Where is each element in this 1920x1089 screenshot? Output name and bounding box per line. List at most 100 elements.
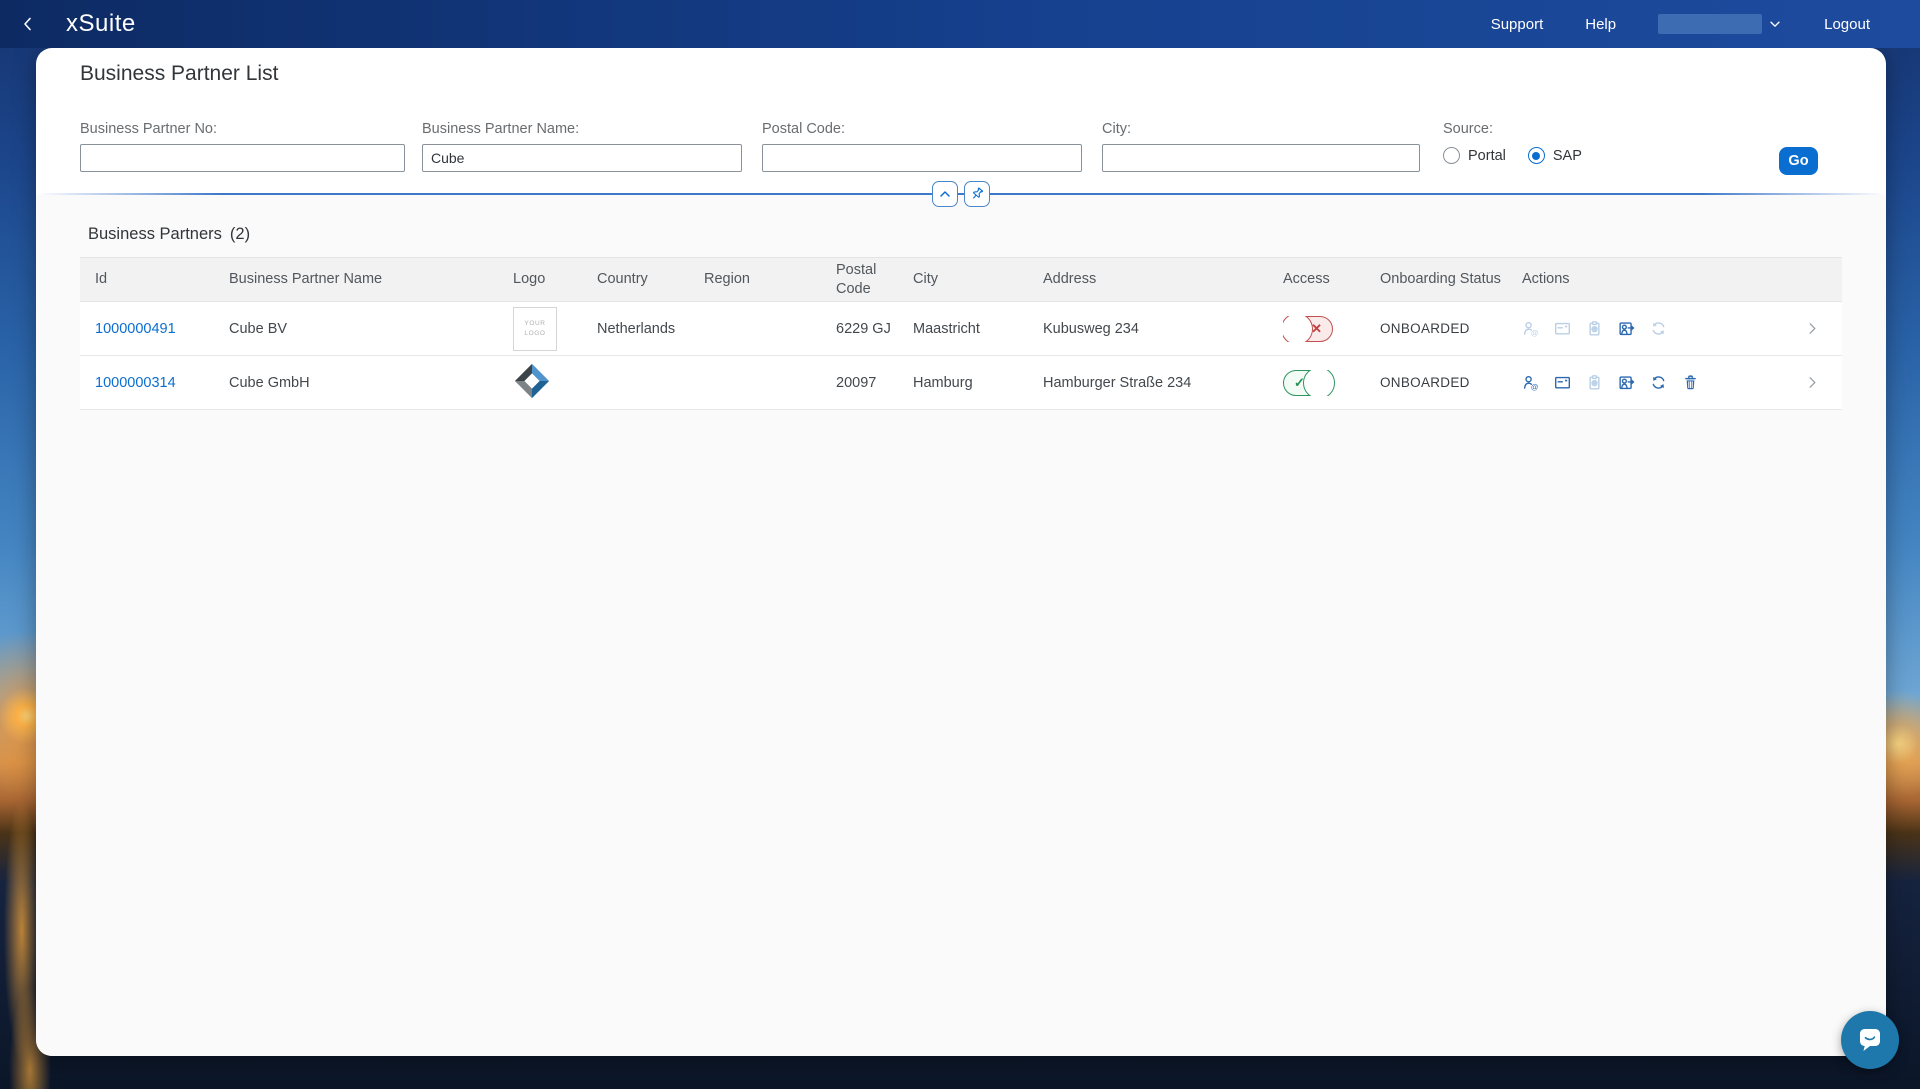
logo-placeholder-line2: LOGO bbox=[524, 329, 545, 339]
table-header-row: Id Business Partner Name Logo Country Re… bbox=[80, 257, 1842, 302]
col-access: Access bbox=[1283, 270, 1380, 288]
bp-no-label: Business Partner No: bbox=[80, 121, 405, 137]
delete-icon[interactable] bbox=[1682, 374, 1699, 391]
logo-placeholder-line1: YOUR bbox=[524, 319, 545, 329]
bp-id-link[interactable]: 1000000491 bbox=[95, 321, 176, 337]
filter-city: City: bbox=[1102, 121, 1420, 172]
city-label: City: bbox=[1102, 121, 1420, 137]
sync-icon[interactable] bbox=[1650, 320, 1667, 337]
col-country: Country bbox=[597, 270, 704, 288]
card-icon[interactable] bbox=[1554, 374, 1571, 391]
table-row[interactable]: 1000000314 Cube GmbH 20097 Hamburg Hambu… bbox=[80, 356, 1842, 410]
bp-city: Hamburg bbox=[913, 375, 1043, 391]
pin-header-button[interactable] bbox=[964, 181, 990, 207]
user-email-icon[interactable]: @ bbox=[1522, 320, 1539, 337]
access-toggle-on[interactable]: ✓ bbox=[1283, 370, 1333, 396]
access-toggle-off[interactable]: ✕ bbox=[1283, 316, 1333, 342]
bp-postal: 20097 bbox=[836, 375, 913, 391]
table-section: Business Partners (2) Id Business Partne… bbox=[36, 195, 1886, 1056]
radio-portal-label: Portal bbox=[1468, 148, 1506, 164]
bp-name: Cube BV bbox=[229, 321, 513, 337]
col-postal: Postal Code bbox=[836, 261, 913, 297]
sync-icon[interactable] bbox=[1650, 374, 1667, 391]
pin-icon bbox=[969, 186, 985, 202]
table-title: Business Partners bbox=[88, 225, 222, 244]
go-button[interactable]: Go bbox=[1779, 147, 1818, 175]
logo-placeholder: YOUR LOGO bbox=[513, 307, 557, 351]
city-input[interactable] bbox=[1102, 144, 1420, 172]
filter-bp-name: Business Partner Name: bbox=[422, 121, 742, 172]
filter-postal-code: Postal Code: bbox=[762, 121, 1082, 172]
row-navigate-chevron[interactable] bbox=[1805, 321, 1842, 336]
collapse-header-button[interactable] bbox=[932, 181, 958, 207]
chat-bubble-icon bbox=[1855, 1025, 1885, 1055]
bp-city: Maastricht bbox=[913, 321, 1043, 337]
clipboard-target-icon[interactable] bbox=[1586, 374, 1603, 391]
user-transfer-icon[interactable] bbox=[1618, 374, 1635, 391]
postal-code-label: Postal Code: bbox=[762, 121, 1082, 137]
onboarding-status: ONBOARDED bbox=[1380, 321, 1522, 336]
radio-sap-label: SAP bbox=[1553, 148, 1582, 164]
radio-sap-dot bbox=[1528, 147, 1545, 164]
chevron-right-icon bbox=[1805, 321, 1820, 336]
chevron-right-icon bbox=[1805, 375, 1820, 390]
bp-country: Netherlands bbox=[597, 321, 704, 337]
col-name: Business Partner Name bbox=[229, 270, 513, 288]
bp-address: Hamburger Straße 234 bbox=[1043, 375, 1283, 391]
clipboard-target-icon[interactable] bbox=[1586, 320, 1603, 337]
screen: xSuite Support Help Logout Business Part… bbox=[0, 0, 1920, 1089]
col-region: Region bbox=[704, 270, 836, 288]
card-icon[interactable] bbox=[1554, 320, 1571, 337]
svg-text:@: @ bbox=[1531, 383, 1539, 391]
source-label: Source: bbox=[1443, 121, 1582, 137]
col-address: Address bbox=[1043, 270, 1283, 288]
actions-cell: @ bbox=[1522, 374, 1805, 391]
back-button[interactable] bbox=[8, 0, 48, 48]
filter-bp-no: Business Partner No: bbox=[80, 121, 405, 172]
actions-cell: @ bbox=[1522, 320, 1805, 337]
bp-name: Cube GmbH bbox=[229, 375, 513, 391]
table-row[interactable]: 1000000491 Cube BV YOUR LOGO Netherlands… bbox=[80, 302, 1842, 356]
radio-portal[interactable]: Portal bbox=[1443, 147, 1506, 164]
radio-portal-dot bbox=[1443, 147, 1460, 164]
page-title: Business Partner List bbox=[80, 62, 278, 86]
user-name-redacted bbox=[1658, 14, 1762, 34]
col-city: City bbox=[913, 270, 1043, 288]
page-card: Business Partner List Business Partner N… bbox=[36, 48, 1886, 1056]
col-status: Onboarding Status bbox=[1380, 270, 1522, 288]
header-toolbar-buttons bbox=[932, 181, 990, 207]
source-radio-group: Portal SAP bbox=[1443, 147, 1582, 164]
top-bar: xSuite Support Help Logout bbox=[0, 0, 1920, 48]
chevron-up-icon bbox=[937, 186, 953, 202]
postal-code-input[interactable] bbox=[762, 144, 1082, 172]
bp-name-input[interactable] bbox=[422, 144, 742, 172]
onboarding-status: ONBOARDED bbox=[1380, 375, 1522, 390]
app-logo: xSuite bbox=[66, 10, 136, 38]
chevron-left-icon bbox=[20, 16, 36, 32]
chat-widget-button[interactable] bbox=[1841, 1011, 1899, 1069]
table-count: (2) bbox=[230, 225, 250, 244]
row-navigate-chevron[interactable] bbox=[1805, 375, 1842, 390]
bp-no-input[interactable] bbox=[80, 144, 405, 172]
svg-text:@: @ bbox=[1531, 329, 1539, 337]
user-email-icon[interactable]: @ bbox=[1522, 374, 1539, 391]
help-link[interactable]: Help bbox=[1585, 16, 1616, 33]
col-logo: Logo bbox=[513, 270, 597, 288]
cube-logo bbox=[513, 362, 551, 400]
user-transfer-icon[interactable] bbox=[1618, 320, 1635, 337]
filter-source: Source: Portal SAP bbox=[1443, 121, 1582, 164]
col-actions: Actions bbox=[1522, 270, 1805, 288]
support-link[interactable]: Support bbox=[1491, 16, 1544, 33]
bp-id-link[interactable]: 1000000314 bbox=[95, 375, 176, 391]
bp-name-label: Business Partner Name: bbox=[422, 121, 742, 137]
radio-sap[interactable]: SAP bbox=[1528, 147, 1582, 164]
bp-postal: 6229 GJ bbox=[836, 321, 913, 337]
top-nav: Support Help Logout bbox=[1491, 14, 1920, 34]
col-id: Id bbox=[80, 270, 229, 288]
bp-address: Kubusweg 234 bbox=[1043, 321, 1283, 337]
logout-link[interactable]: Logout bbox=[1824, 16, 1870, 33]
user-menu[interactable] bbox=[1658, 14, 1782, 34]
toggle-knob bbox=[1283, 316, 1313, 342]
toggle-knob bbox=[1303, 370, 1335, 396]
chevron-down-icon bbox=[1768, 17, 1782, 31]
